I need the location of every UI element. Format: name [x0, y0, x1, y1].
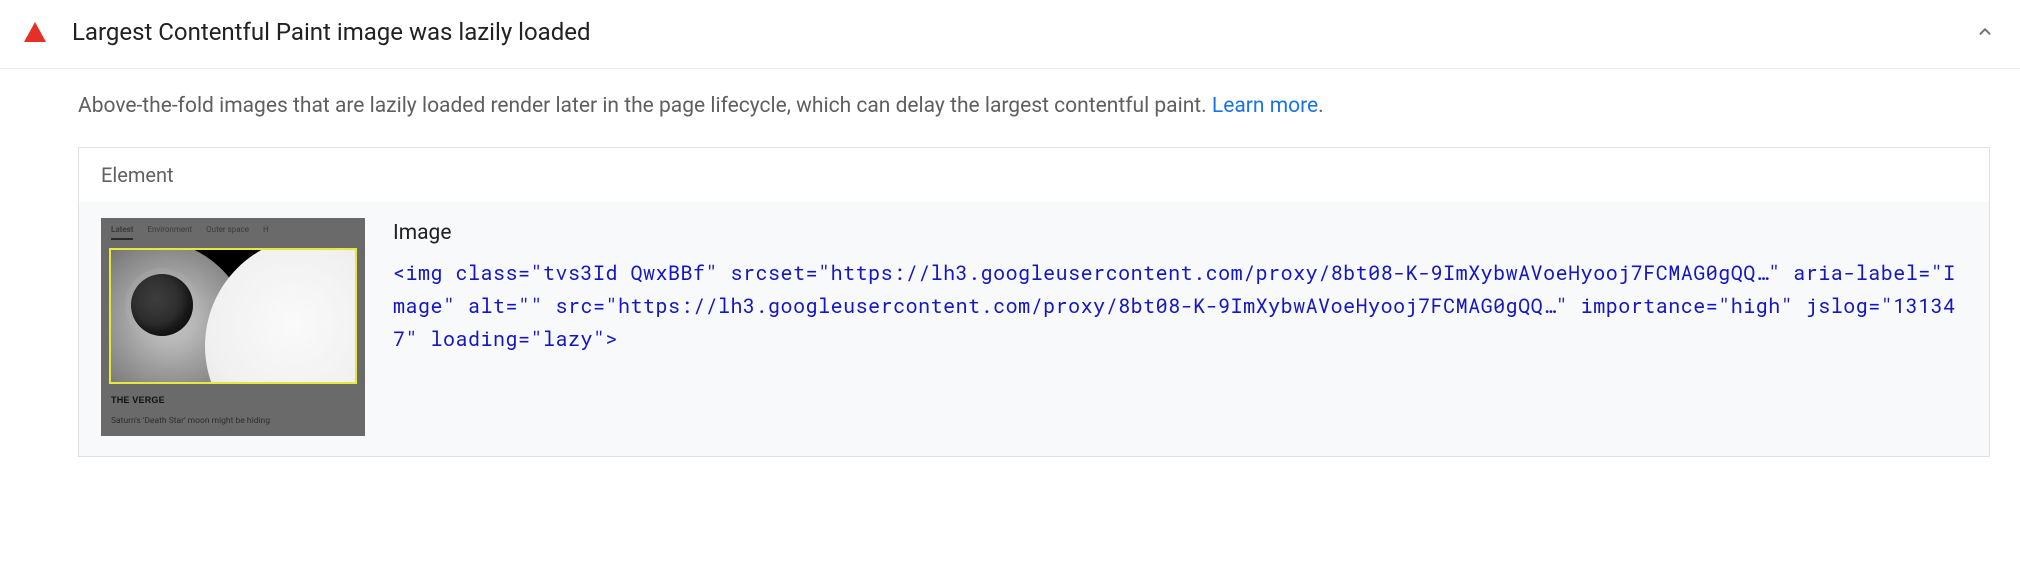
code-snippet: <img class="tvs3Id QwxBBf" srcset="https… — [393, 257, 1967, 356]
thumb-tab: Latest — [111, 224, 133, 240]
table-row: Latest Environment Outer space H THE VER… — [79, 202, 1989, 456]
thumb-source: THE VERGE — [111, 394, 165, 408]
thumb-tab: Outer space — [206, 224, 249, 240]
audit-body: Above-the-fold images that are lazily lo… — [0, 69, 2020, 457]
fail-triangle-icon — [24, 22, 46, 42]
thumb-highlight-box — [109, 248, 357, 384]
table-header: Element — [79, 148, 1989, 202]
audit-header[interactable]: Largest Contentful Paint image was lazil… — [0, 0, 2020, 69]
thumb-caption: Saturn's 'Death Star' moon might be hidi… — [111, 415, 355, 428]
element-thumbnail: Latest Environment Outer space H THE VER… — [101, 218, 365, 436]
description-suffix: . — [1318, 94, 1324, 118]
audit-title: Largest Contentful Paint image was lazil… — [72, 14, 1974, 50]
thumb-tab: Environment — [147, 224, 192, 240]
element-table: Element Latest Environment Outer space H… — [78, 147, 1990, 457]
audit-description: Above-the-fold images that are lazily lo… — [78, 91, 1990, 123]
row-label: Image — [393, 218, 1967, 250]
learn-more-link[interactable]: Learn more — [1212, 94, 1318, 118]
thumb-tab: H — [263, 224, 269, 240]
moon-right-icon — [205, 248, 357, 384]
chevron-up-icon — [1974, 21, 1996, 43]
row-content: Image <img class="tvs3Id QwxBBf" srcset=… — [393, 218, 1967, 357]
description-text: Above-the-fold images that are lazily lo… — [78, 94, 1212, 118]
